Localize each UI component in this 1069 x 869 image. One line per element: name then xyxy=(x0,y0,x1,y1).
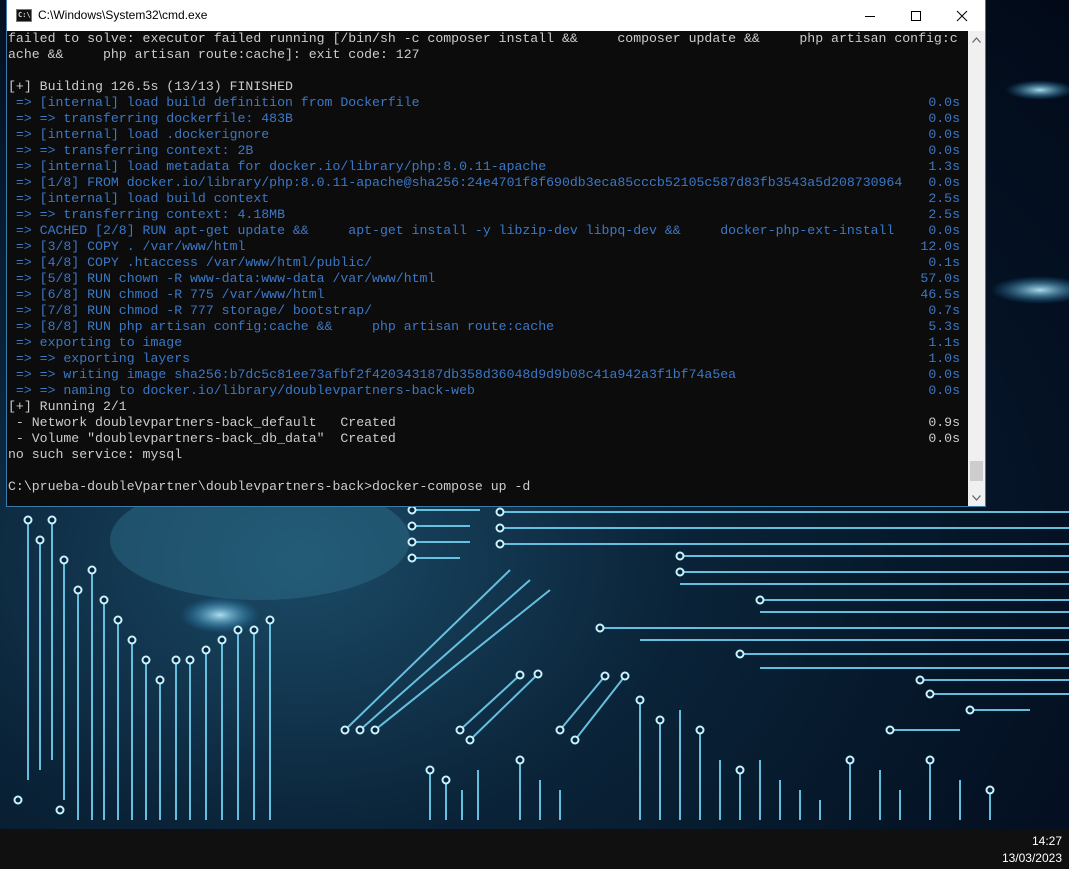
minimize-button[interactable] xyxy=(847,0,893,31)
console-line: => [internal] load .dockerignore xyxy=(8,127,270,142)
console-line-duration: 0.0s xyxy=(928,127,960,142)
console-line-duration: 2.5s xyxy=(928,191,960,206)
scroll-down-button[interactable] xyxy=(968,489,985,506)
console-line: => => transferring context: 4.18MB xyxy=(8,207,285,222)
console-line: => => transferring context: 2B xyxy=(8,143,254,158)
console-line: => => exporting layers xyxy=(8,351,191,366)
chevron-up-icon xyxy=(972,36,981,43)
console-line: C:\prueba-doubleVpartner\doublevpartners… xyxy=(8,479,531,494)
clock-time: 14:27 xyxy=(1031,834,1062,848)
system-clock[interactable]: 14:27 13/03/2023 xyxy=(1002,833,1062,867)
console-line: => [internal] load build definition from… xyxy=(8,95,420,110)
console-line-duration: 0.0s xyxy=(928,143,960,158)
console-output[interactable]: failed to solve: executor failed running… xyxy=(7,31,968,506)
scroll-up-button[interactable] xyxy=(968,31,985,48)
console-line-duration: 1.0s xyxy=(928,351,960,366)
console-line-duration: 12.0s xyxy=(920,239,960,254)
console-line-duration: 0.7s xyxy=(928,303,960,318)
console-line: => => transferring dockerfile: 483B xyxy=(8,111,293,126)
taskbar: 14:27 13/03/2023 xyxy=(0,829,1069,869)
console-line: => => writing image sha256:b7dc5c81ee73a… xyxy=(8,367,737,382)
window-titlebar[interactable]: C:\ C:\Windows\System32\cmd.exe xyxy=(7,0,985,31)
console-line: => exporting to image xyxy=(8,335,183,350)
console-line: - Network doublevpartners-back_default C… xyxy=(8,415,396,430)
console-line: => [internal] load metadata for docker.i… xyxy=(8,159,547,174)
close-icon xyxy=(956,10,968,21)
console-line-duration: 0.0s xyxy=(928,431,960,446)
window-title: C:\Windows\System32\cmd.exe xyxy=(38,8,208,22)
console-line: [+] Running 2/1 xyxy=(8,399,127,414)
console-line: => [6/8] RUN chmod -R 775 /var/www/html xyxy=(8,287,325,302)
console-line-duration: 0.1s xyxy=(928,255,960,270)
console-line-duration: 0.0s xyxy=(928,223,960,238)
console-line-duration: 46.5s xyxy=(920,287,960,302)
console-line-duration: 0.0s xyxy=(928,367,960,382)
clock-date: 13/03/2023 xyxy=(1001,851,1062,865)
console-line-duration: 0.0s xyxy=(928,111,960,126)
console-line-duration: 0.0s xyxy=(928,95,960,110)
console-line: no such service: mysql xyxy=(8,447,183,462)
console-line-duration: 0.0s xyxy=(928,175,960,190)
console-line: => [8/8] RUN php artisan config:cache &&… xyxy=(8,319,555,334)
maximize-button[interactable] xyxy=(893,0,939,31)
chevron-down-icon xyxy=(972,494,981,501)
console-line: - Volume "doublevpartners-back_db_data" … xyxy=(8,431,396,446)
console-line: => [5/8] RUN chown -R www-data:www-data … xyxy=(8,271,436,286)
console-line: => [4/8] COPY .htaccess /var/www/html/pu… xyxy=(8,255,373,270)
cmd-app-icon[interactable]: C:\ xyxy=(16,9,32,22)
console-line-duration: 0.0s xyxy=(928,383,960,398)
console-line: [+] Building 126.5s (13/13) FINISHED xyxy=(8,79,293,94)
close-button[interactable] xyxy=(939,0,985,31)
console-line-duration: 2.5s xyxy=(928,207,960,222)
maximize-icon xyxy=(911,10,921,21)
console-line-duration: 5.3s xyxy=(928,319,960,334)
console-line: => [internal] load build context xyxy=(8,191,270,206)
console-line-duration: 1.3s xyxy=(928,159,960,174)
console-line: => [1/8] FROM docker.io/library/php:8.0.… xyxy=(8,175,903,190)
scrollbar-thumb[interactable] xyxy=(970,461,983,481)
console-line: => CACHED [2/8] RUN apt-get update && ap… xyxy=(8,223,895,238)
console-line: => [7/8] RUN chmod -R 777 storage/ boots… xyxy=(8,303,373,318)
console-line: => [3/8] COPY . /var/www/html xyxy=(8,239,246,254)
console-line-duration: 57.0s xyxy=(920,271,960,286)
console-line-duration: 0.9s xyxy=(928,415,960,430)
cmd-window[interactable]: C:\ C:\Windows\System32\cmd.exe failed t… xyxy=(7,0,985,506)
console-line: ache && php artisan route:cache]: exit c… xyxy=(8,47,420,62)
vertical-scrollbar[interactable] xyxy=(968,31,985,506)
minimize-icon xyxy=(865,15,875,17)
console-line-duration: 1.1s xyxy=(928,335,960,350)
console-line: failed to solve: executor failed running… xyxy=(8,31,958,46)
console-line: => => naming to docker.io/library/double… xyxy=(8,383,475,398)
